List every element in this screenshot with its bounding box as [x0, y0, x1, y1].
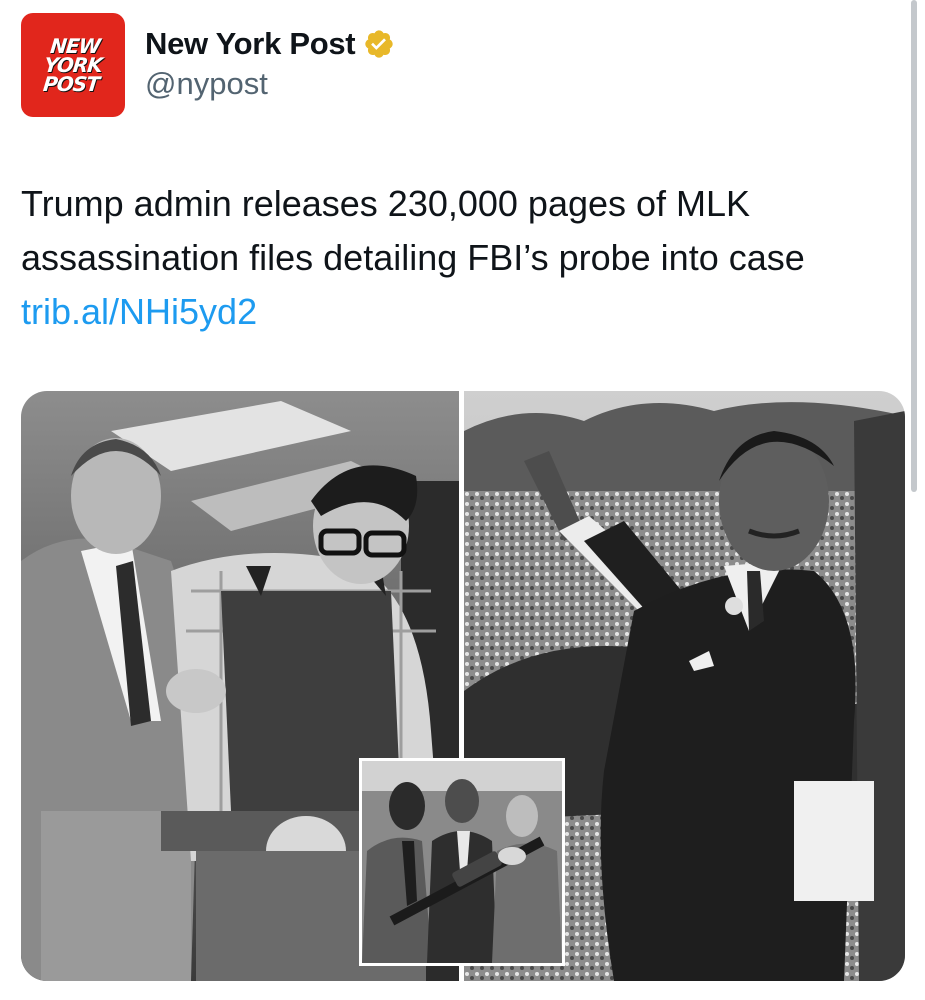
- verified-badge-icon: [365, 30, 393, 58]
- scrollbar[interactable]: [911, 0, 917, 492]
- author-avatar[interactable]: NEW YORK POST: [21, 13, 125, 117]
- tweet-media-grid: [21, 391, 905, 981]
- avatar-logo-text: NEW YORK POST: [41, 33, 104, 96]
- tweet-text-line-1: Trump admin releases 230,000 pages of ML…: [21, 183, 751, 224]
- tweet-link[interactable]: trib.al/NHi5yd2: [21, 285, 911, 339]
- inset-photo-image: [362, 761, 562, 963]
- author-handle[interactable]: @nypost: [145, 66, 268, 102]
- author-name-row[interactable]: New York Post: [145, 24, 395, 64]
- tweet-photo-inset[interactable]: [359, 758, 565, 966]
- tweet-text-line-2: assassination files detailing FBI’s prob…: [21, 237, 805, 278]
- tweet-text: Trump admin releases 230,000 pages of ML…: [21, 177, 911, 339]
- author-display-name[interactable]: New York Post: [145, 26, 356, 62]
